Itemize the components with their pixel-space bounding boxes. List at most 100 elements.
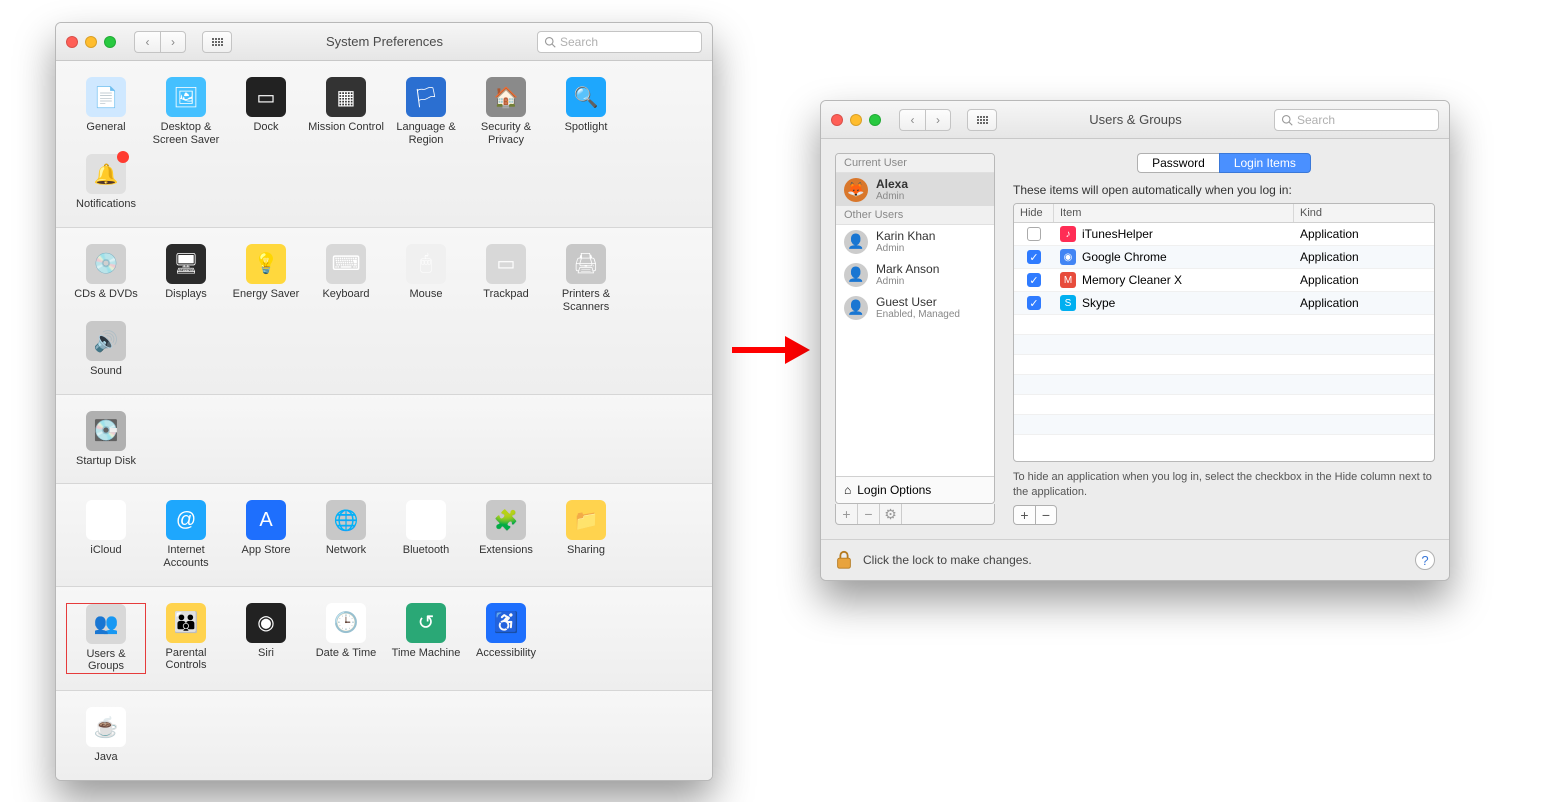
zoom-button[interactable] (104, 36, 116, 48)
settings-button[interactable]: ⚙ (880, 504, 902, 524)
pref-time-machine[interactable]: ↺Time Machine (386, 603, 466, 674)
pref-security-privacy[interactable]: 🏠Security & Privacy (466, 77, 546, 146)
pref-label: Java (94, 751, 117, 764)
remove-user-button[interactable]: − (858, 504, 880, 524)
pref-label: Keyboard (322, 288, 369, 301)
pref-parental-controls[interactable]: 👪Parental Controls (146, 603, 226, 674)
hint-text: To hide an application when you log in, … (1013, 470, 1435, 499)
pref-internet-accounts[interactable]: @Internet Accounts (146, 500, 226, 569)
pref-notifications[interactable]: 🔔Notifications (66, 154, 146, 211)
tab-login-items[interactable]: Login Items (1219, 153, 1311, 173)
pref-accessibility[interactable]: ♿Accessibility (466, 603, 546, 674)
pref-spotlight[interactable]: 🔍Spotlight (546, 77, 626, 146)
pref-icloud[interactable]: ☁iCloud (66, 500, 146, 569)
pref-label: Spotlight (565, 121, 608, 134)
hide-checkbox[interactable] (1027, 273, 1041, 287)
pref-label: Internet Accounts (148, 544, 224, 569)
forward-button[interactable]: › (160, 31, 186, 53)
table-row[interactable]: ♪iTunesHelperApplication (1014, 223, 1434, 246)
pref-startup-disk[interactable]: 💽Startup Disk (66, 411, 146, 468)
table-row[interactable]: ◉Google ChromeApplication (1014, 246, 1434, 269)
hide-checkbox[interactable] (1027, 227, 1041, 241)
pref-icon: 🔊 (86, 321, 126, 361)
search-placeholder: Search (560, 35, 598, 49)
pref-mouse[interactable]: 🖱Mouse (386, 244, 466, 313)
pref-label: Sound (90, 365, 122, 378)
user-row-current[interactable]: 🦊 Alexa Admin (836, 173, 994, 206)
back-button[interactable]: ‹ (899, 109, 925, 131)
search-input[interactable]: Search (1274, 109, 1439, 131)
user-list: Current User 🦊 Alexa Admin Other Users 👤… (835, 153, 995, 504)
pref-icon: 🏠 (486, 77, 526, 117)
forward-button[interactable]: › (925, 109, 951, 131)
col-kind[interactable]: Kind (1294, 204, 1434, 222)
user-name: Guest User (876, 295, 960, 309)
pref-printers-scanners[interactable]: 🖨Printers & Scanners (546, 244, 626, 313)
auto-open-text: These items will open automatically when… (1013, 183, 1435, 197)
pref-desktop-screen-saver[interactable]: 🖼Desktop & Screen Saver (146, 77, 226, 146)
users-sidebar: Current User 🦊 Alexa Admin Other Users 👤… (835, 153, 995, 525)
user-row[interactable]: 👤Guest UserEnabled, Managed (836, 291, 994, 324)
hide-checkbox[interactable] (1027, 250, 1041, 264)
pref-siri[interactable]: ◉Siri (226, 603, 306, 674)
pref-label: Desktop & Screen Saver (148, 121, 224, 146)
pref-network[interactable]: 🌐Network (306, 500, 386, 569)
pref-language-region[interactable]: 🏳Language & Region (386, 77, 466, 146)
close-button[interactable] (66, 36, 78, 48)
users-groups-window: ‹ › Users & Groups Search Current User 🦊… (820, 100, 1450, 581)
help-button[interactable]: ? (1415, 550, 1435, 570)
table-row[interactable]: SSkypeApplication (1014, 292, 1434, 315)
lock-icon[interactable] (835, 550, 853, 570)
pref-java[interactable]: ☕Java (66, 707, 146, 764)
show-all-button[interactable] (967, 109, 997, 131)
user-role: Admin (876, 243, 935, 254)
pref-sound[interactable]: 🔊 Sound (66, 321, 146, 378)
minimize-button[interactable] (85, 36, 97, 48)
pref-displays[interactable]: 🖥Displays (146, 244, 226, 313)
pref-icon: ▦ (326, 77, 366, 117)
pref-extensions[interactable]: 🧩Extensions (466, 500, 546, 569)
pref-date-time[interactable]: 🕒Date & Time (306, 603, 386, 674)
nav-buttons: ‹ › (899, 109, 951, 131)
app-icon: S (1060, 295, 1076, 311)
pref-icon: 🔔 (86, 154, 126, 194)
remove-item-button[interactable]: − (1035, 505, 1057, 525)
col-hide[interactable]: Hide (1014, 204, 1054, 222)
search-input[interactable]: Search (537, 31, 702, 53)
table-row[interactable]: MMemory Cleaner XApplication (1014, 269, 1434, 292)
show-all-button[interactable] (202, 31, 232, 53)
pref-sharing[interactable]: 📁Sharing (546, 500, 626, 569)
titlebar: ‹ › Users & Groups Search (821, 101, 1449, 139)
user-row[interactable]: 👤Mark AnsonAdmin (836, 258, 994, 291)
login-options-row[interactable]: ⌂ Login Options (836, 476, 994, 503)
user-row[interactable]: 👤Karin KhanAdmin (836, 225, 994, 258)
pref-mission-control[interactable]: ▦Mission Control (306, 77, 386, 146)
back-button[interactable]: ‹ (134, 31, 160, 53)
pref-label: Language & Region (388, 121, 464, 146)
pref-bluetooth[interactable]: ᚼBluetooth (386, 500, 466, 569)
minimize-button[interactable] (850, 114, 862, 126)
zoom-button[interactable] (869, 114, 881, 126)
pref-users-groups[interactable]: 👥Users & Groups (66, 603, 146, 674)
pref-label: CDs & DVDs (74, 288, 138, 301)
pref-trackpad[interactable]: ▭Trackpad (466, 244, 546, 313)
arrow-icon (730, 330, 810, 370)
hide-checkbox[interactable] (1027, 296, 1041, 310)
pref-dock[interactable]: ▭Dock (226, 77, 306, 146)
pref-keyboard[interactable]: ⌨Keyboard (306, 244, 386, 313)
item-name: iTunesHelper (1082, 227, 1153, 241)
close-button[interactable] (831, 114, 843, 126)
pref-energy-saver[interactable]: 💡Energy Saver (226, 244, 306, 313)
current-user-header: Current User (836, 154, 994, 173)
pref-cds-dvds[interactable]: 💿CDs & DVDs (66, 244, 146, 313)
window-title: System Preferences (240, 34, 529, 49)
add-user-button[interactable]: + (836, 504, 858, 524)
tab-password[interactable]: Password (1137, 153, 1219, 173)
pref-icon: 👪 (166, 603, 206, 643)
pref-general[interactable]: 📄General (66, 77, 146, 146)
item-kind: Application (1294, 224, 1434, 244)
pref-app-store[interactable]: AApp Store (226, 500, 306, 569)
traffic-lights (831, 114, 881, 126)
col-item[interactable]: Item (1054, 204, 1294, 222)
add-item-button[interactable]: + (1013, 505, 1035, 525)
